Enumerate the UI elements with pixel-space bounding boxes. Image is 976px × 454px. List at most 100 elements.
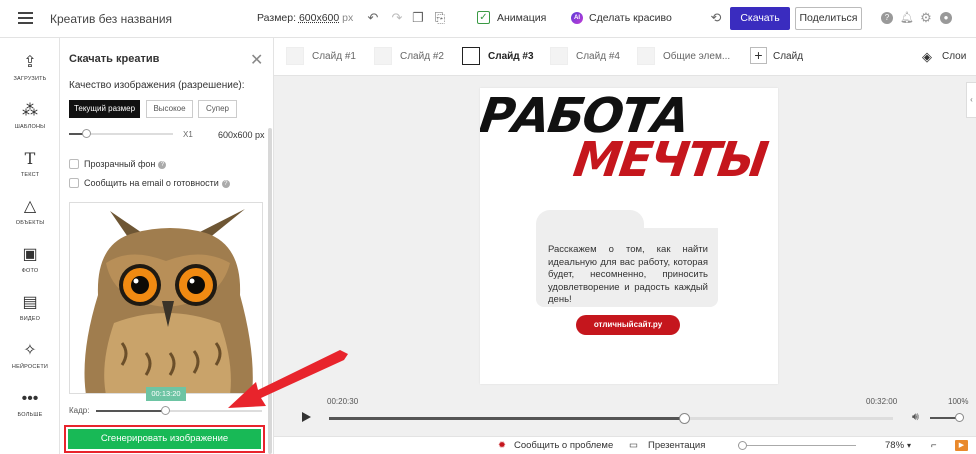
presentation-button[interactable]: Презентация xyxy=(648,440,705,451)
layers-button[interactable]: Слои xyxy=(942,51,966,62)
gear-icon[interactable]: ⚙ xyxy=(919,11,933,25)
chevron-down-icon[interactable]: ▾ xyxy=(907,441,911,450)
email-notify-label: Сообщить на email о готовности? xyxy=(84,178,230,188)
frame-slider-handle[interactable] xyxy=(161,406,170,415)
sidebar-item-video[interactable]: ▤ ВИДЕО xyxy=(0,294,60,322)
sidebar-item-neural[interactable]: ✧ НЕЙРОСЕТИ xyxy=(0,342,60,370)
volume-slider[interactable] xyxy=(930,413,964,422)
chevron-left-icon[interactable]: ‹ xyxy=(966,82,976,118)
zoom-level[interactable]: 78% xyxy=(885,440,904,451)
history-icon[interactable]: ⟲ xyxy=(709,11,723,25)
sidebar-item-label: ЗАГРУЗИТЬ xyxy=(13,76,47,82)
sidebar-item-text[interactable]: T ТЕКСТ xyxy=(0,149,60,179)
quality-current-button[interactable]: Текущий размер xyxy=(69,100,140,118)
site-button[interactable]: отличныйсайт.ру xyxy=(576,315,680,335)
ai-icon: AI xyxy=(571,12,583,24)
output-size: 600x600 px xyxy=(218,130,265,140)
timeline-slider[interactable] xyxy=(329,413,893,424)
sidebar-item-more[interactable]: ••• БОЛЬШЕ xyxy=(0,390,60,418)
user-icon[interactable]: ● xyxy=(940,12,952,24)
sidebar-item-templates[interactable]: ⁂ ШАБЛОНЫ xyxy=(0,102,60,130)
resolution-slider-handle[interactable] xyxy=(82,129,91,138)
sidebar-item-upload[interactable]: ⇪ ЗАГРУЗИТЬ xyxy=(0,54,60,82)
sidebar-item-label: ВИДЕО xyxy=(19,316,41,322)
slides-bar: Слайд #1 Слайд #2 Слайд #3 Слайд #4 Общи… xyxy=(274,38,976,76)
transparent-bg-text: Прозрачный фон xyxy=(84,159,156,169)
layers-icon[interactable]: ◈ xyxy=(922,49,932,65)
zoom-handle[interactable] xyxy=(738,441,747,450)
bug-icon[interactable]: ✹ xyxy=(498,440,506,451)
slide-name: Слайд #1 xyxy=(312,51,356,62)
undo-icon[interactable]: ↶ xyxy=(366,11,380,25)
size-unit: px xyxy=(342,12,354,24)
animation-label: Анимация xyxy=(497,12,547,24)
magic-wand-icon: ✧ xyxy=(23,342,37,359)
sidebar-item-photo[interactable]: ▣ ФОТО xyxy=(0,246,60,274)
email-notify-checkbox[interactable] xyxy=(69,178,79,188)
top-bar: Креатив без названия Размер: 600x600 px … xyxy=(0,0,976,38)
help-icon[interactable]: ? xyxy=(881,12,893,24)
left-sidebar: ⇪ ЗАГРУЗИТЬ ⁂ ШАБЛОНЫ T ТЕКСТ △ ОБЪЕКТЫ … xyxy=(0,38,60,454)
generate-image-button[interactable]: Сгенерировать изображение xyxy=(68,429,261,449)
slideshow-icon[interactable]: ▶ xyxy=(955,440,968,451)
menu-icon[interactable] xyxy=(18,12,33,24)
resolution-slider[interactable] xyxy=(69,129,173,138)
animation-checkbox[interactable]: ✓ xyxy=(477,11,490,24)
help-icon[interactable]: ? xyxy=(158,160,167,169)
sidebar-item-label: ОБЪЕКТЫ xyxy=(15,220,45,226)
quality-high-button[interactable]: Высокое xyxy=(146,100,193,118)
play-icon[interactable] xyxy=(302,412,311,422)
sidebar-item-objects[interactable]: △ ОБЪЕКТЫ xyxy=(0,198,60,226)
canvas-size[interactable]: Размер: 600x600 px xyxy=(257,12,353,24)
body-text[interactable]: Расскажем о том, как найти идеальную для… xyxy=(548,244,708,307)
make-beautiful-button[interactable]: Сделать красиво xyxy=(589,12,672,24)
volume-percent: 100% xyxy=(948,397,969,406)
slide-name: Слайд #2 xyxy=(400,51,444,62)
copy-icon[interactable]: ❐ xyxy=(411,11,425,25)
size-value[interactable]: 600x600 xyxy=(299,12,339,24)
slide-thumbnail xyxy=(286,47,304,65)
help-icon[interactable]: ? xyxy=(221,179,230,188)
slide-name: Слайд #4 xyxy=(576,51,620,62)
photo-icon: ▣ xyxy=(22,246,38,263)
text-icon: T xyxy=(24,149,36,168)
timeline-handle[interactable] xyxy=(679,413,690,424)
download-panel: Скачать креатив ✕ Качество изображения (… xyxy=(60,38,274,454)
transparent-bg-label: Прозрачный фон? xyxy=(84,159,167,169)
add-slide-icon[interactable]: + xyxy=(750,47,767,64)
more-icon: ••• xyxy=(21,390,39,407)
add-slide-button[interactable]: Слайд xyxy=(773,51,803,62)
paste-icon[interactable]: ⎘ xyxy=(433,11,447,25)
slide-thumbnail xyxy=(462,47,480,65)
sidebar-item-label: ТЕКСТ xyxy=(20,172,40,178)
email-notify-text: Сообщить на email о готовности xyxy=(84,178,219,188)
quality-super-button[interactable]: Супер xyxy=(198,100,237,118)
design-canvas[interactable]: РАБОТА МЕЧТЫ Расскажем о том, как найти … xyxy=(480,88,778,384)
slide-name: Общие элем... xyxy=(663,51,731,62)
frame-preview xyxy=(69,202,263,394)
headline-line-2[interactable]: МЕЧТЫ xyxy=(570,132,770,188)
report-problem-button[interactable]: Сообщить о проблеме xyxy=(514,440,613,451)
zoom-slider[interactable] xyxy=(738,441,856,450)
share-button[interactable]: Поделиться xyxy=(795,7,862,30)
size-label: Размер: xyxy=(257,12,297,24)
shapes-icon: △ xyxy=(23,198,37,215)
frame-label: Кадр: xyxy=(69,406,90,415)
transparent-bg-checkbox[interactable] xyxy=(69,159,79,169)
resolution-scale: X1 xyxy=(183,130,193,139)
bell-icon[interactable]: 🔔︎ xyxy=(900,11,914,25)
generate-highlight: Сгенерировать изображение xyxy=(64,425,265,453)
redo-icon[interactable]: ↷ xyxy=(390,11,404,25)
download-button[interactable]: Скачать xyxy=(730,7,790,30)
upload-icon: ⇪ xyxy=(23,54,37,71)
document-title[interactable]: Креатив без названия xyxy=(50,12,172,26)
panel-scrollbar[interactable] xyxy=(268,128,272,454)
timeline-current-time: 00:20:30 xyxy=(327,397,359,406)
fit-screen-icon[interactable]: ⌐ xyxy=(931,440,937,451)
presentation-icon[interactable]: ▭ xyxy=(629,440,638,451)
frame-slider[interactable] xyxy=(96,406,262,415)
video-icon: ▤ xyxy=(22,294,38,311)
volume-handle[interactable] xyxy=(955,413,964,422)
volume-icon[interactable]: 🔊︎ xyxy=(912,411,919,424)
close-icon[interactable]: ✕ xyxy=(250,50,263,70)
